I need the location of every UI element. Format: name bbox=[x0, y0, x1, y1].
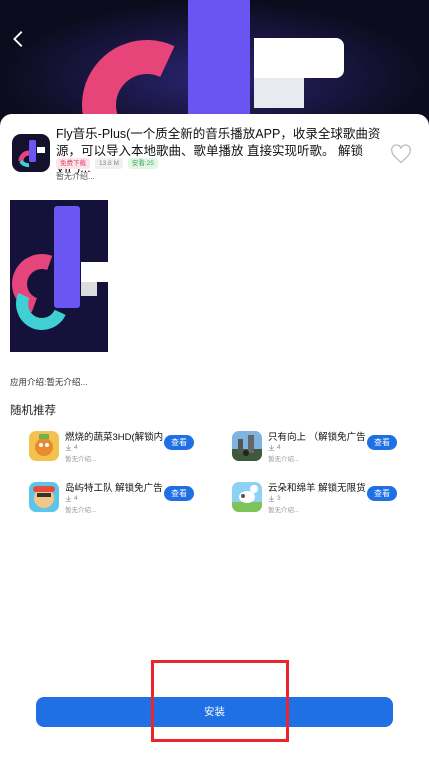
app-screenshot[interactable] bbox=[10, 200, 108, 352]
app-title: Fly音乐-Plus(一个质全新的音乐播放APP，收录全球歌曲资源，可以导入本地… bbox=[56, 127, 381, 175]
highlight-annotation-box bbox=[151, 660, 289, 742]
app-introduction: 应用介绍:暂无介绍... bbox=[10, 377, 88, 387]
download-count: 4 bbox=[65, 495, 78, 502]
screenshot-logo-bar bbox=[54, 206, 80, 308]
view-button[interactable]: 查看 bbox=[164, 486, 194, 501]
download-icon bbox=[268, 495, 275, 502]
hero-banner bbox=[0, 0, 429, 128]
recommend-item-name: 岛屿特工队 解锁免广告 bbox=[65, 483, 163, 494]
game-icon-vegetables bbox=[29, 431, 59, 461]
favorite-button[interactable] bbox=[390, 144, 412, 166]
game-icon-clouds-sheep bbox=[232, 482, 262, 512]
download-count: 4 bbox=[268, 444, 281, 451]
recommend-item[interactable]: 燃烧的蔬菜3HD(解锁内 4 暂无介绍... 查看 bbox=[29, 429, 199, 465]
safety-tag: 安看:25 bbox=[127, 158, 158, 169]
recommend-item-desc: 暂无介绍... bbox=[65, 456, 97, 463]
recommend-item-desc: 暂无介绍... bbox=[65, 507, 97, 514]
hero-logo-bar bbox=[188, 0, 250, 128]
back-arrow-icon bbox=[13, 31, 23, 47]
download-count: 4 bbox=[65, 444, 78, 451]
download-count-value: 4 bbox=[74, 495, 78, 502]
screenshot-logo-flag bbox=[81, 262, 108, 282]
game-icon-island-team bbox=[29, 482, 59, 512]
fly-music-logo-icon bbox=[18, 140, 45, 168]
recommend-item-name: 燃烧的蔬菜3HD(解锁内 bbox=[65, 432, 164, 443]
download-count: 3 bbox=[268, 495, 281, 502]
recommend-item[interactable]: 岛屿特工队 解锁免广告 4 暂无介绍... 查看 bbox=[29, 480, 199, 516]
size-tag: 13.8 M bbox=[95, 158, 123, 169]
back-button[interactable] bbox=[8, 28, 30, 50]
download-icon bbox=[65, 444, 72, 451]
view-button[interactable]: 查看 bbox=[367, 435, 397, 450]
app-tags: 免费下载 13.8 M 安看:25 bbox=[56, 158, 158, 169]
recommend-section-title: 随机推荐 bbox=[10, 405, 56, 417]
hero-logo-flag-lower bbox=[254, 78, 304, 108]
app-detail-card: Fly音乐-Plus(一个质全新的音乐播放APP，收录全球歌曲资源，可以导入本地… bbox=[0, 114, 429, 762]
download-icon bbox=[268, 444, 275, 451]
short-intro: 暂无介绍... bbox=[56, 172, 95, 181]
download-count-value: 3 bbox=[277, 495, 281, 502]
recommend-item[interactable]: 只有向上 （解锁免广告 4 暂无介绍... 查看 bbox=[232, 429, 402, 465]
download-count-value: 4 bbox=[277, 444, 281, 451]
recommend-item[interactable]: 云朵和绵羊 解锁无限货 3 暂无介绍... 查看 bbox=[232, 480, 402, 516]
free-download-tag: 免费下载 bbox=[56, 158, 90, 169]
recommend-item-desc: 暂无介绍... bbox=[268, 456, 300, 463]
view-button[interactable]: 查看 bbox=[164, 435, 194, 450]
game-icon-only-up bbox=[232, 431, 262, 461]
download-icon bbox=[65, 495, 72, 502]
recommend-item-name: 只有向上 （解锁免广告 bbox=[268, 432, 366, 443]
screenshot-logo-flag-lower bbox=[81, 282, 97, 296]
view-button[interactable]: 查看 bbox=[367, 486, 397, 501]
download-count-value: 4 bbox=[74, 444, 78, 451]
app-icon bbox=[12, 134, 50, 172]
heart-outline-icon bbox=[391, 144, 411, 164]
recommend-item-name: 云朵和绵羊 解锁无限货 bbox=[268, 483, 366, 494]
hero-logo-flag bbox=[254, 38, 344, 78]
recommend-item-desc: 暂无介绍... bbox=[268, 507, 300, 514]
